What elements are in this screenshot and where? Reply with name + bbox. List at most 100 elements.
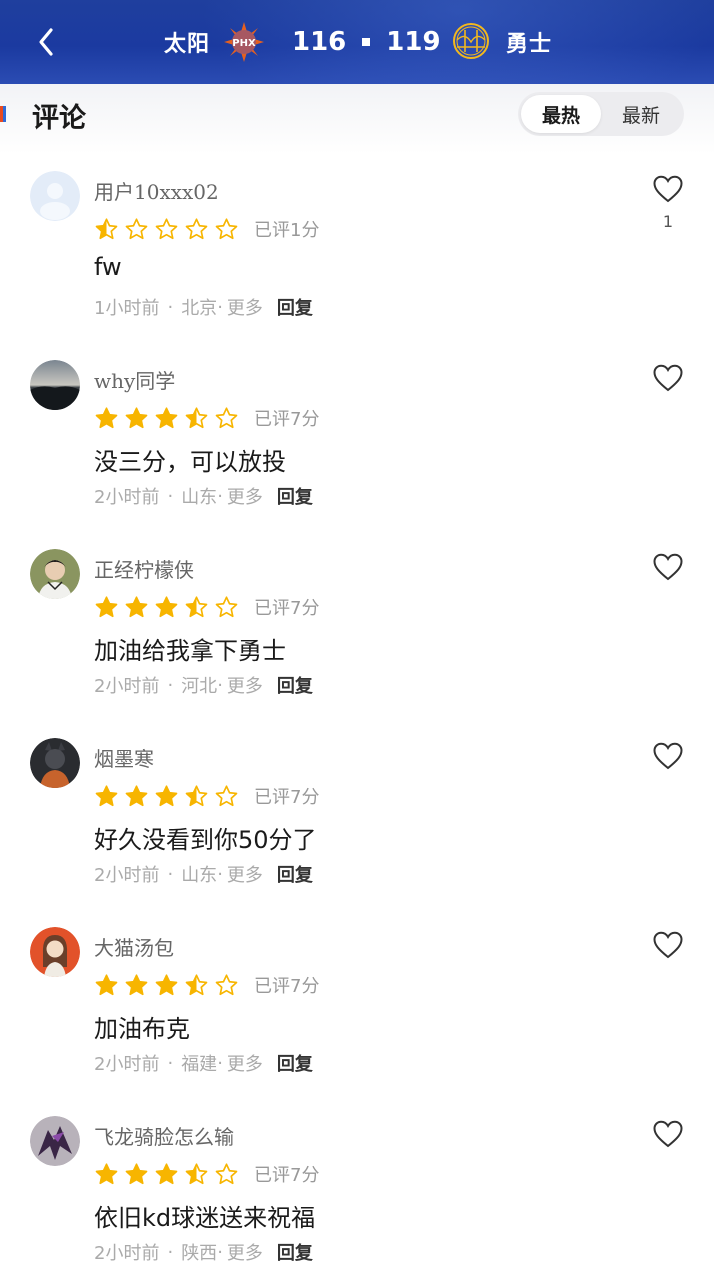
like-button[interactable] [652, 930, 684, 960]
star-filled-icon [95, 1162, 118, 1184]
section-title: 评论 [32, 103, 86, 134]
game-header: 太阳 PHX 116 119 勇士 [0, 0, 714, 84]
star-filled-icon [95, 406, 118, 428]
meta-separator: · [217, 863, 223, 885]
comment-text[interactable]: fw [94, 253, 122, 281]
star-outline-icon [215, 595, 238, 617]
more-link[interactable]: 更多 [227, 672, 263, 698]
home-score: 116 [292, 27, 347, 57]
chevron-left-icon [39, 28, 53, 56]
sort-new-tab[interactable]: 最新 [601, 95, 681, 133]
more-link[interactable]: 更多 [227, 483, 263, 509]
reply-button[interactable]: 回复 [277, 861, 313, 887]
comment-text[interactable]: 好久没看到你50分了 [94, 820, 317, 855]
comment-text[interactable]: 加油给我拿下勇士 [94, 631, 286, 666]
avatar[interactable] [30, 549, 80, 599]
star-outline-icon [215, 406, 238, 428]
username[interactable]: 用户10xxx02 [94, 176, 219, 205]
avatar[interactable] [30, 360, 80, 410]
reply-button[interactable]: 回复 [277, 483, 313, 509]
more-link[interactable]: 更多 [227, 294, 263, 320]
avatar[interactable] [30, 171, 80, 221]
star-filled-icon [155, 784, 178, 806]
sort-toggle: 最热 最新 [518, 92, 684, 136]
star-filled-icon [125, 406, 148, 428]
like-button[interactable] [652, 363, 684, 393]
comment-time: 1小时前 [94, 298, 160, 319]
home-team-name[interactable]: 太阳 [164, 26, 210, 58]
suns-logo[interactable]: PHX [224, 22, 264, 62]
more-link[interactable]: 更多 [227, 1050, 263, 1076]
comment-item: 大猫汤包 已评7分 加油布克 2小时前 · 福建 · 更多 回复 [0, 910, 714, 1099]
star-outline-icon [215, 784, 238, 806]
away-team-name[interactable]: 勇士 [506, 26, 552, 58]
meta-separator: · [217, 485, 223, 507]
reply-button[interactable]: 回复 [277, 1239, 313, 1265]
reply-button[interactable]: 回复 [277, 294, 313, 320]
star-filled-icon [125, 784, 148, 806]
suns-logo-text: PHX [232, 38, 256, 49]
comment-time: 2小时前 [94, 676, 160, 697]
star-half-icon [95, 217, 118, 239]
heart-outline-icon [653, 1120, 683, 1148]
meta-separator: · [167, 296, 174, 318]
meta-separator: · [217, 1052, 223, 1074]
rating-stars: 已评7分 [94, 405, 319, 431]
meta-separator: · [217, 674, 223, 696]
comment-text[interactable]: 没三分，可以放投 [94, 442, 286, 477]
rating-stars: 已评7分 [94, 783, 319, 809]
star-filled-icon [95, 595, 118, 617]
meta-separator: · [167, 863, 174, 885]
rating-stars: 已评7分 [94, 1161, 319, 1187]
avatar[interactable] [30, 1116, 80, 1166]
rating-stars: 已评7分 [94, 972, 319, 998]
more-link[interactable]: 更多 [227, 861, 263, 887]
star-outline-icon [185, 217, 208, 239]
username[interactable]: 大猫汤包 [94, 932, 174, 961]
star-outline-icon [155, 217, 178, 239]
username[interactable]: 飞龙骑脸怎么输 [94, 1121, 234, 1150]
comment-location: 福建 [181, 1054, 218, 1075]
like-button[interactable] [652, 741, 684, 771]
meta-separator: · [167, 485, 174, 507]
comment-text[interactable]: 依旧kd球迷送来祝福 [94, 1198, 315, 1233]
username[interactable]: 烟墨寒 [94, 743, 154, 772]
back-button[interactable] [30, 24, 62, 60]
star-filled-icon [155, 595, 178, 617]
like-button[interactable] [652, 1119, 684, 1149]
comment-location: 陕西 [181, 1243, 218, 1264]
sort-hot-tab[interactable]: 最热 [521, 95, 601, 133]
meta-separator: · [167, 674, 174, 696]
star-outline-icon [215, 973, 238, 995]
like-button[interactable] [652, 552, 684, 582]
section-marker [0, 106, 6, 122]
rating-stars: 已评7分 [94, 594, 319, 620]
rating-text: 已评7分 [254, 409, 320, 430]
reply-button[interactable]: 回复 [277, 1050, 313, 1076]
star-filled-icon [125, 595, 148, 617]
like-count: 1 [662, 212, 674, 231]
comment-meta: 1小时前 · 北京 · 更多 回复 [94, 294, 313, 320]
comment-time: 2小时前 [94, 1054, 160, 1075]
star-filled-icon [125, 1162, 148, 1184]
username[interactable]: why同学 [94, 365, 175, 394]
comment-meta: 2小时前 · 陕西 · 更多 回复 [94, 1239, 313, 1265]
star-half-icon [185, 1162, 208, 1184]
comment-location: 山东 [181, 487, 218, 508]
comment-item: 烟墨寒 已评7分 好久没看到你50分了 2小时前 · 山东 · 更多 回复 [0, 721, 714, 910]
comment-text[interactable]: 加油布克 [94, 1009, 190, 1044]
comment-location: 河北 [181, 676, 218, 697]
star-filled-icon [95, 973, 118, 995]
avatar[interactable] [30, 927, 80, 977]
avatar[interactable] [30, 738, 80, 788]
username[interactable]: 正经柠檬侠 [94, 554, 194, 583]
reply-button[interactable]: 回复 [277, 672, 313, 698]
meta-separator: · [167, 1052, 174, 1074]
rating-text: 已评7分 [254, 1165, 320, 1186]
more-link[interactable]: 更多 [227, 1239, 263, 1265]
scoreboard: 116 119 [292, 22, 441, 62]
warriors-logo[interactable] [452, 22, 490, 60]
like-button[interactable] [652, 174, 684, 204]
comment-item: 用户10xxx02 已评1分 fw 1小时前 · 北京 · 更多 回复 1 [0, 154, 714, 343]
heart-outline-icon [653, 742, 683, 770]
